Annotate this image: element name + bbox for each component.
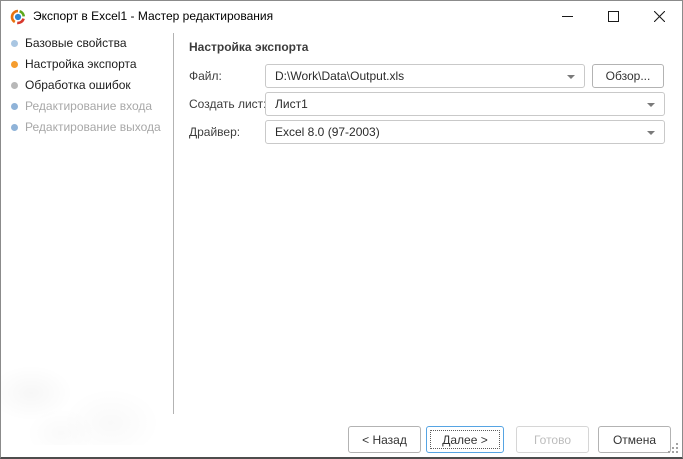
step-label: Настройка экспорта xyxy=(25,57,137,71)
close-icon xyxy=(653,11,665,22)
next-button[interactable]: Далее > xyxy=(426,426,504,453)
driver-value: Excel 8.0 (97-2003) xyxy=(275,125,380,139)
step-label: Редактирование входа xyxy=(25,99,153,113)
sheet-label: Создать лист: xyxy=(189,97,267,111)
sidebar-divider xyxy=(173,33,174,414)
window-title: Экспорт в Excel1 - Мастер редактирования xyxy=(33,9,274,23)
browse-button[interactable]: Обзор... xyxy=(592,64,664,88)
resize-grip[interactable] xyxy=(666,441,679,454)
minimize-button[interactable] xyxy=(544,1,590,32)
step-error-handling[interactable]: Обработка ошибок xyxy=(1,75,173,95)
page-title: Настройка экспорта xyxy=(189,40,309,54)
back-button[interactable]: < Назад xyxy=(348,426,421,453)
cancel-button[interactable]: Отмена xyxy=(598,426,671,453)
file-label: Файл: xyxy=(189,69,222,83)
wizard-dialog: Экспорт в Excel1 - Мастер редактирования… xyxy=(0,0,683,459)
maximize-button[interactable] xyxy=(590,1,636,32)
sheet-combobox[interactable]: Лист1 xyxy=(265,92,665,116)
step-dot-icon xyxy=(11,60,18,68)
step-label: Базовые свойства xyxy=(25,36,127,50)
step-dot-icon xyxy=(11,39,18,47)
wizard-steps-sidebar: Базовые свойства Настройка экспорта Обра… xyxy=(1,33,173,445)
step-dot-icon xyxy=(11,102,18,110)
file-path-combobox[interactable]: D:\Work\Data\Output.xls xyxy=(265,64,585,88)
finish-button: Готово xyxy=(516,426,589,453)
step-output-editing: Редактирование выхода xyxy=(1,117,173,137)
close-button[interactable] xyxy=(636,1,682,32)
step-label: Обработка ошибок xyxy=(25,78,131,92)
step-input-editing: Редактирование входа xyxy=(1,96,173,116)
chevron-down-icon[interactable] xyxy=(647,103,655,107)
step-dot-icon xyxy=(11,81,18,89)
next-button-label: Далее > xyxy=(442,432,488,447)
step-basic-properties[interactable]: Базовые свойства xyxy=(1,33,173,53)
file-path-value: D:\Work\Data\Output.xls xyxy=(275,69,405,83)
sidebar-texture xyxy=(1,253,173,445)
minimize-icon xyxy=(561,16,573,17)
step-export-settings[interactable]: Настройка экспорта xyxy=(1,54,173,74)
step-dot-icon xyxy=(11,123,18,131)
chevron-down-icon[interactable] xyxy=(647,131,655,135)
chevron-down-icon[interactable] xyxy=(567,75,575,79)
step-label: Редактирование выхода xyxy=(25,120,161,134)
driver-combobox[interactable]: Excel 8.0 (97-2003) xyxy=(265,120,665,144)
maximize-icon xyxy=(607,11,619,22)
title-bar[interactable]: Экспорт в Excel1 - Мастер редактирования xyxy=(1,1,682,33)
driver-label: Драйвер: xyxy=(189,125,241,139)
app-icon xyxy=(10,9,26,25)
sheet-value: Лист1 xyxy=(275,97,308,111)
